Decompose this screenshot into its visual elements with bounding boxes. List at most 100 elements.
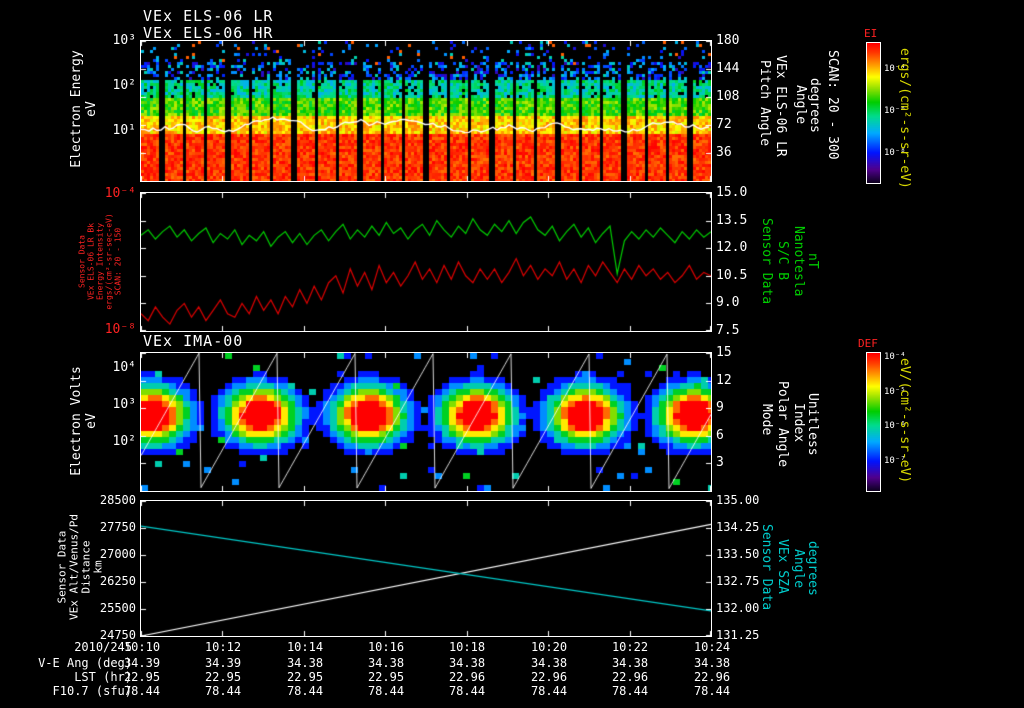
p1-ytick-label: 10² <box>96 78 136 93</box>
p1-ytick-label: 10³ <box>96 33 136 48</box>
p1-rtick-label: 108 <box>716 89 739 104</box>
time-tick-label: 10:20 <box>526 640 572 654</box>
p3-rtick-label: 12 <box>716 373 732 388</box>
p2-right-label-line: Sensor Data <box>759 218 774 304</box>
row-value: 78.44 <box>607 684 653 698</box>
p3-rtick-label: 15 <box>716 345 732 360</box>
colorbar1-label: EI <box>864 27 877 40</box>
p1-y-axis-label: Electron Energy eV <box>69 39 99 179</box>
time-tick-label: 10:22 <box>607 640 653 654</box>
altitude-sza-panel <box>140 500 712 637</box>
els-spectrogram-canvas <box>141 41 711 181</box>
p3-rtick-label: 9 <box>716 400 724 415</box>
p3-right-label-line: Polar Angle <box>775 381 790 467</box>
bfield-line-canvas <box>141 193 711 331</box>
bfield-line-panel <box>140 192 712 332</box>
row-value: 22.95 <box>119 670 165 684</box>
p1-rtick-label: 180 <box>716 33 739 48</box>
p4-right-label-line: degrees <box>805 541 820 596</box>
axis-label-line: eV <box>84 39 99 179</box>
p1-right-label-line: VEx ELS-06 LR <box>773 55 788 157</box>
row-value: 34.38 <box>689 656 735 670</box>
els-spectrogram-panel <box>140 40 712 182</box>
p4-right-label-line: Sensor Data <box>759 524 774 610</box>
time-tick-label: 10:14 <box>282 640 328 654</box>
row-label-lst: LST (hr) <box>8 670 132 684</box>
row-label-f107: F10.7 (sfu) <box>8 684 132 698</box>
p2-right-label-line: nT <box>805 253 820 269</box>
p2-rtick-label: 15.0 <box>716 185 747 200</box>
row-value: 22.95 <box>363 670 409 684</box>
row-value: 22.96 <box>689 670 735 684</box>
p3-rtick-label: 6 <box>716 428 724 443</box>
row-value: 22.96 <box>526 670 572 684</box>
row-value: 78.44 <box>200 684 246 698</box>
row-label-ve-ang: V-E Ang (deg) <box>8 656 132 670</box>
p1-rtick-label: 72 <box>716 117 732 132</box>
ima-spectrogram-panel <box>140 352 712 492</box>
p2-rtick-label: 10.5 <box>716 268 747 283</box>
p1-right-label-line: Pitch Angle <box>757 60 772 146</box>
axis-label-line: km <box>93 500 105 635</box>
vex-quicklook-screen: VEx ELS-06 LR VEx ELS-06 HR VEx IMA-00 1… <box>0 0 1024 708</box>
altitude-sza-canvas <box>141 501 711 636</box>
p3-ytick-label: 10³ <box>96 397 136 412</box>
row-value: 78.44 <box>363 684 409 698</box>
p2-rtick-label: 9.0 <box>716 295 739 310</box>
p4-right-label-line: Angle <box>791 549 806 588</box>
ima-spectrogram-canvas <box>141 353 711 491</box>
p4-rtick-label: 133.50 <box>716 547 759 561</box>
p3-rtick-label: 3 <box>716 455 724 470</box>
time-tick-label: 10:18 <box>444 640 490 654</box>
row-value: 34.38 <box>444 656 490 670</box>
p1-right-label-line: Angle <box>793 85 808 124</box>
axis-label-line: SCAN: 20 - 150 <box>114 193 123 331</box>
row-value: 34.38 <box>607 656 653 670</box>
p3-right-label-line: Mode <box>759 404 774 435</box>
p3-right-label-line: Unitless <box>805 393 820 456</box>
p1-ytick-label: 10¹ <box>96 123 136 138</box>
p3-ytick-label: 10⁴ <box>96 360 136 375</box>
axis-label-line: Electron Energy <box>69 39 84 179</box>
p1-right-label-line: degrees <box>807 78 822 133</box>
p3-y-axis-label: Electron Volts eV <box>69 352 99 490</box>
row-value: 78.44 <box>526 684 572 698</box>
time-tick-label: 10:12 <box>200 640 246 654</box>
panel1-title-lr: VEx ELS-06 LR <box>143 7 273 25</box>
p2-rtick-label: 13.5 <box>716 213 747 228</box>
time-tick-label: 10:24 <box>689 640 735 654</box>
axis-label-line: eV <box>84 352 99 490</box>
time-tick-label: 10:16 <box>363 640 409 654</box>
p1-right-label-line: SCAN: 20 - 300 <box>825 50 840 160</box>
colorbar2-units: eV/(cm²-s-sr-eV) <box>897 358 912 483</box>
p4-y-axis-label: Sensor Data VEx Alt/Venus/Pd Distance km <box>57 500 105 635</box>
p4-rtick-label: 132.75 <box>716 574 759 588</box>
row-value: 78.44 <box>444 684 490 698</box>
p4-rtick-label: 132.00 <box>716 601 759 615</box>
colorbar1-gradient <box>867 43 880 183</box>
row-value: 34.38 <box>363 656 409 670</box>
row-value: 34.38 <box>282 656 328 670</box>
p4-rtick-label: 134.25 <box>716 520 759 534</box>
panel3-title-ima: VEx IMA-00 <box>143 332 243 350</box>
row-value: 78.44 <box>119 684 165 698</box>
p1-rtick-label: 36 <box>716 145 732 160</box>
p2-right-label-line: Nanotesla <box>791 226 806 296</box>
p3-right-label-line: Index <box>791 403 806 442</box>
p2-rtick-label: 7.5 <box>716 323 739 338</box>
colorbar1-units: ergs/(cm²-s-sr-eV) <box>897 48 912 189</box>
colorbar1 <box>866 42 881 184</box>
row-value: 78.44 <box>282 684 328 698</box>
colorbar2 <box>866 352 881 492</box>
axis-label-line: VEx ELS-06 LR Bk <box>87 193 96 331</box>
p4-rtick-label: 135.00 <box>716 493 759 507</box>
p4-right-label-line: VEx SZA <box>775 539 790 594</box>
axis-label-line: Energy Intensity <box>96 193 105 331</box>
row-value: 78.44 <box>689 684 735 698</box>
row-value: 22.96 <box>607 670 653 684</box>
axis-label-line: Sensor Data <box>78 193 87 331</box>
axis-label-line: ergs/(cm²-sr-sec-eV) <box>105 193 114 331</box>
time-tick-label: 10:10 <box>119 640 165 654</box>
p2-rtick-label: 12.0 <box>716 240 747 255</box>
p2-right-label-line: S/C B <box>775 241 790 280</box>
